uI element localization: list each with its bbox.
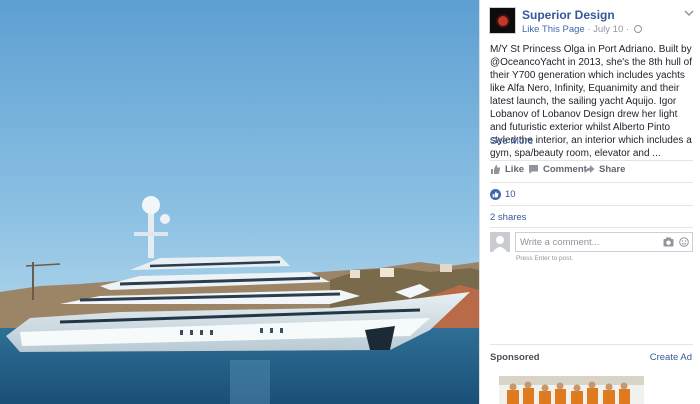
comment-label: Comment — [543, 164, 587, 175]
page-logo-icon — [498, 16, 508, 26]
likes-count-row[interactable]: 10 — [490, 187, 516, 201]
post-sidebar: Superior Design Like This Page · July 10… — [479, 0, 700, 404]
enter-hint: Press Enter to post. — [516, 255, 574, 262]
share-label: Share — [599, 164, 626, 175]
share-icon — [584, 165, 595, 174]
emoji-icon[interactable] — [679, 237, 689, 247]
like-label: Like — [505, 164, 525, 175]
meta-separator: · — [587, 24, 591, 35]
user-avatar — [490, 232, 510, 252]
camera-icon[interactable] — [663, 237, 674, 247]
like-icon — [491, 165, 501, 174]
comment-box — [515, 232, 693, 252]
see-more-link[interactable]: See More — [490, 136, 533, 147]
create-ad-link[interactable]: Create Ad — [650, 352, 692, 363]
sponsored-heading: Sponsored — [490, 352, 540, 363]
likes-count: 10 — [505, 188, 516, 200]
post-date[interactable]: July 10 — [593, 24, 623, 35]
divider — [490, 344, 693, 345]
divider — [490, 160, 693, 161]
comment-icon — [529, 165, 538, 174]
like-reaction-icon — [490, 188, 501, 200]
post-photo[interactable] — [0, 0, 479, 404]
chevron-down-icon[interactable] — [684, 9, 694, 17]
post-actions: Like Comment Share — [490, 164, 693, 178]
shares-link[interactable]: 2 shares — [490, 212, 526, 223]
ad-image[interactable] — [499, 376, 644, 404]
like-button[interactable]: Like — [490, 164, 524, 175]
post-meta: Like This Page · July 10 · — [522, 24, 642, 35]
like-this-page-link[interactable]: Like This Page — [522, 24, 585, 35]
yacht-photo — [0, 0, 479, 404]
comment-button[interactable]: Comment — [528, 164, 587, 175]
ad-photo — [499, 376, 644, 404]
meta-separator-2: · — [625, 24, 630, 35]
globe-icon — [633, 25, 642, 33]
share-button[interactable]: Share — [584, 164, 625, 175]
page-name-link[interactable]: Superior Design — [522, 8, 615, 22]
divider — [490, 182, 693, 183]
comment-input[interactable] — [516, 233, 656, 251]
post-header: Superior Design Like This Page · July 10… — [489, 7, 694, 37]
page-avatar[interactable] — [489, 7, 516, 34]
avatar-placeholder-icon — [490, 232, 510, 252]
divider — [490, 227, 693, 228]
divider — [490, 205, 693, 206]
